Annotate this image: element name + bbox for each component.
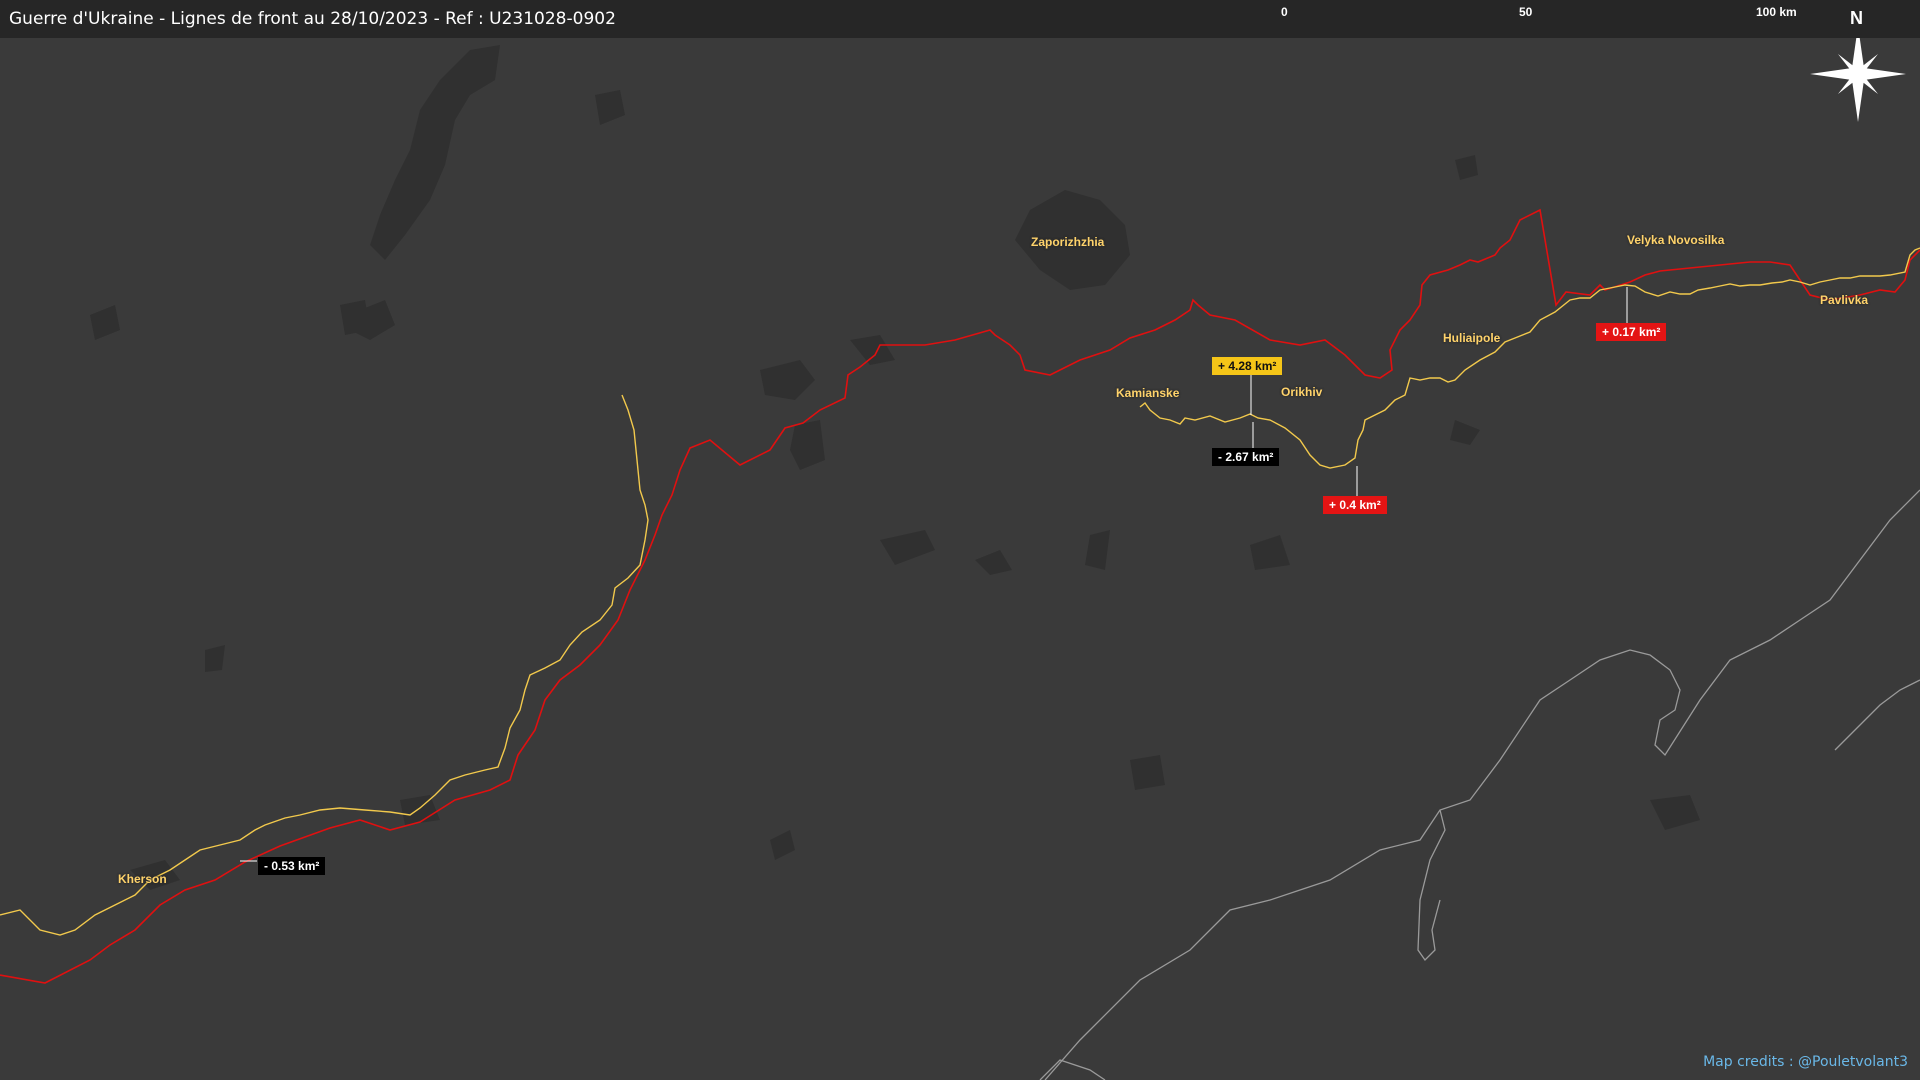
title-bar: Guerre d'Ukraine - Lignes de front au 28… [0, 0, 1920, 38]
kakhovka-reservoir [370, 45, 500, 260]
map-layer [0, 23, 1920, 1080]
water-bodies [90, 45, 1700, 890]
yellow-line-west [0, 394, 649, 936]
lake-9 [770, 830, 795, 860]
place-velyka-novosilka: Velyka Novosilka [1627, 233, 1725, 247]
north-label: N [1850, 8, 1863, 28]
lake-2 [790, 420, 825, 470]
map-title: Guerre d'Ukraine - Lignes de front au 28… [9, 9, 616, 29]
badge-south-orikhiv: + 0.4 km² [1323, 496, 1387, 514]
scale-label-0: 0 [1281, 5, 1288, 19]
lake-15 [1455, 155, 1478, 180]
map-canvas[interactable]: Guerre d'Ukraine - Lignes de front au 28… [0, 0, 1920, 1080]
place-orikhiv: Orikhiv [1281, 385, 1323, 399]
place-kamianske: Kamianske [1116, 386, 1180, 400]
coast-east [1834, 679, 1920, 751]
badge-leaders [240, 287, 1628, 862]
badge-orikhiv-loss: - 2.67 km² [1212, 448, 1280, 466]
scale-label-100: 100 km [1756, 5, 1797, 19]
place-zaporizhzhia: Zaporizhzhia [1031, 235, 1105, 249]
coastline [1039, 489, 1920, 1080]
lake-12 [90, 305, 120, 340]
azov-spit [1417, 809, 1446, 962]
lake-11 [1650, 795, 1700, 830]
azov-coast [1044, 489, 1920, 1080]
lake-6 [1085, 530, 1110, 570]
badge-velyka-novosilka: + 0.17 km² [1596, 323, 1667, 341]
current-front-line [0, 247, 1920, 936]
place-kherson: Kherson [118, 872, 167, 886]
place-pavlivka: Pavlivka [1820, 293, 1869, 307]
lake-1 [760, 360, 815, 400]
compass-rose-icon [1810, 26, 1906, 122]
lake-10 [1130, 755, 1165, 790]
badge-kherson: - 0.53 km² [258, 857, 326, 875]
badge-orikhiv-gain: + 4.28 km² [1212, 357, 1283, 375]
lake-18 [400, 795, 440, 825]
place-huliaipole: Huliaipole [1443, 331, 1501, 345]
lake-14 [595, 90, 625, 125]
map-credits: Map credits : @Pouletvolant3 [1703, 1054, 1908, 1070]
lake-7 [1250, 535, 1290, 570]
lake-4 [880, 530, 935, 565]
lake-13 [340, 300, 370, 335]
lake-8 [1450, 420, 1480, 445]
lake-3 [850, 335, 895, 365]
scale-label-50: 50 [1519, 5, 1533, 19]
coast-bay [1039, 1059, 1106, 1080]
lake-16 [205, 645, 225, 672]
lake-5 [975, 550, 1012, 575]
